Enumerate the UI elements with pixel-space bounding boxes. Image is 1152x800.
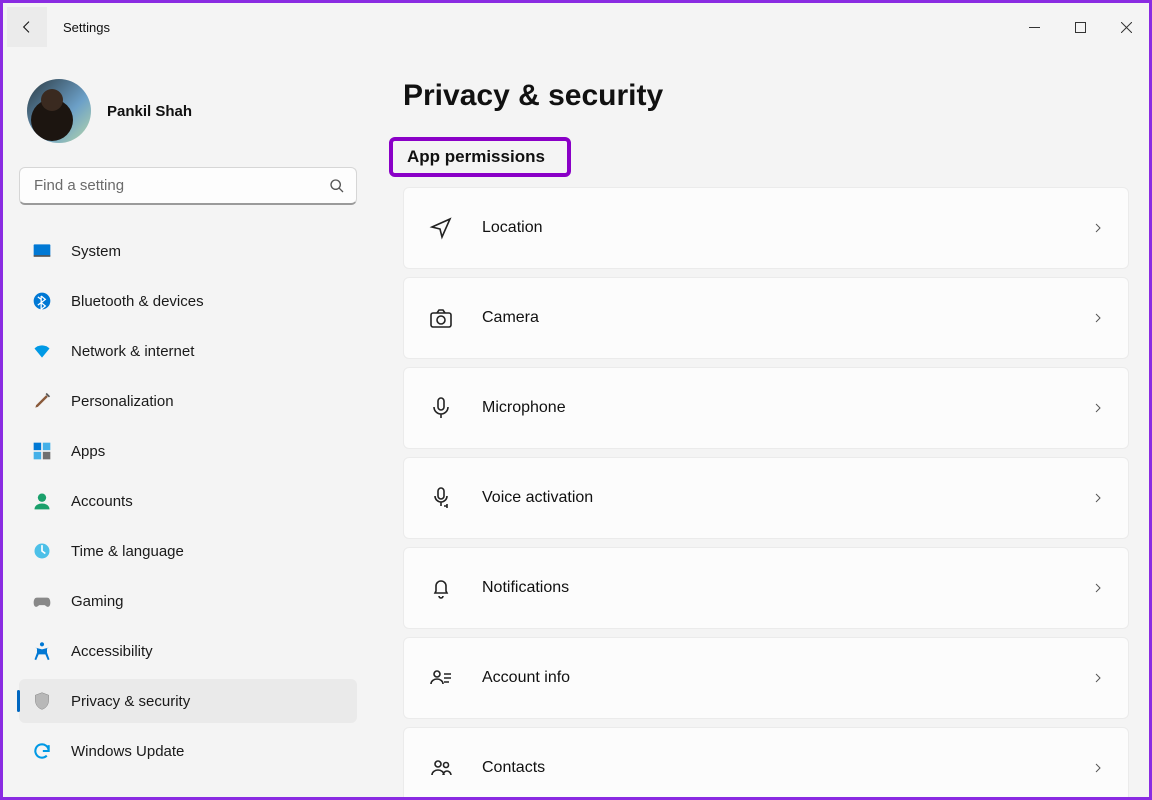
nav-label: Gaming bbox=[71, 593, 124, 610]
clock-globe-icon bbox=[31, 540, 53, 562]
nav-label: Privacy & security bbox=[71, 693, 190, 710]
nav: System Bluetooth & devices Network & int… bbox=[19, 229, 365, 773]
location-icon bbox=[428, 215, 454, 241]
title-bar: Settings bbox=[3, 3, 1149, 51]
camera-icon bbox=[428, 305, 454, 331]
row-label: Location bbox=[482, 219, 1064, 237]
page-title: Privacy & security bbox=[403, 79, 1129, 113]
nav-label: Network & internet bbox=[71, 343, 194, 360]
row-location[interactable]: Location bbox=[403, 187, 1129, 269]
avatar bbox=[27, 79, 91, 143]
row-camera[interactable]: Camera bbox=[403, 277, 1129, 359]
chevron-right-icon bbox=[1092, 400, 1104, 416]
title-bar-left: Settings bbox=[3, 7, 110, 47]
nav-item-privacy-security[interactable]: Privacy & security bbox=[19, 679, 357, 723]
row-microphone[interactable]: Microphone bbox=[403, 367, 1129, 449]
close-button[interactable] bbox=[1103, 11, 1149, 43]
bluetooth-icon bbox=[31, 290, 53, 312]
update-icon bbox=[31, 740, 53, 762]
row-label: Voice activation bbox=[482, 489, 1064, 507]
voice-activation-icon bbox=[428, 485, 454, 511]
nav-item-personalization[interactable]: Personalization bbox=[19, 379, 357, 423]
row-notifications[interactable]: Notifications bbox=[403, 547, 1129, 629]
row-label: Camera bbox=[482, 309, 1064, 327]
nav-item-time-language[interactable]: Time & language bbox=[19, 529, 357, 573]
maximize-button[interactable] bbox=[1057, 11, 1103, 43]
nav-item-system[interactable]: System bbox=[19, 229, 357, 273]
row-voice-activation[interactable]: Voice activation bbox=[403, 457, 1129, 539]
back-button[interactable] bbox=[7, 7, 47, 47]
nav-item-network[interactable]: Network & internet bbox=[19, 329, 357, 373]
nav-item-gaming[interactable]: Gaming bbox=[19, 579, 357, 623]
window-controls bbox=[1011, 11, 1149, 43]
nav-item-accounts[interactable]: Accounts bbox=[19, 479, 357, 523]
nav-label: Apps bbox=[71, 443, 105, 460]
arrow-left-icon bbox=[19, 19, 35, 35]
search-input[interactable] bbox=[19, 167, 357, 205]
nav-label: Accounts bbox=[71, 493, 133, 510]
gamepad-icon bbox=[31, 590, 53, 612]
search-icon bbox=[329, 178, 345, 194]
nav-label: Bluetooth & devices bbox=[71, 293, 204, 310]
apps-icon bbox=[31, 440, 53, 462]
chevron-right-icon bbox=[1092, 220, 1104, 236]
nav-label: Accessibility bbox=[71, 643, 153, 660]
section-header-highlight: App permissions bbox=[389, 137, 571, 177]
chevron-right-icon bbox=[1092, 670, 1104, 686]
system-icon bbox=[31, 240, 53, 262]
paintbrush-icon bbox=[31, 390, 53, 412]
nav-label: Personalization bbox=[71, 393, 174, 410]
wifi-icon bbox=[31, 340, 53, 362]
contacts-icon bbox=[428, 755, 454, 781]
minimize-button[interactable] bbox=[1011, 11, 1057, 43]
microphone-icon bbox=[428, 395, 454, 421]
nav-item-windows-update[interactable]: Windows Update bbox=[19, 729, 357, 773]
chevron-right-icon bbox=[1092, 490, 1104, 506]
row-label: Microphone bbox=[482, 399, 1064, 417]
profile[interactable]: Pankil Shah bbox=[19, 63, 365, 167]
accessibility-icon bbox=[31, 640, 53, 662]
nav-label: System bbox=[71, 243, 121, 260]
minimize-icon bbox=[1029, 22, 1040, 33]
chevron-right-icon bbox=[1092, 580, 1104, 596]
close-icon bbox=[1121, 22, 1132, 33]
row-label: Contacts bbox=[482, 759, 1064, 777]
nav-item-bluetooth[interactable]: Bluetooth & devices bbox=[19, 279, 357, 323]
sidebar: Pankil Shah System bbox=[3, 51, 373, 797]
account-info-icon bbox=[428, 665, 454, 691]
main-content: Privacy & security App permissions Locat… bbox=[373, 51, 1149, 797]
nav-label: Windows Update bbox=[71, 743, 184, 760]
shield-icon bbox=[31, 690, 53, 712]
profile-name: Pankil Shah bbox=[107, 103, 192, 120]
app-title: Settings bbox=[63, 20, 110, 35]
search-box bbox=[19, 167, 357, 205]
nav-label: Time & language bbox=[71, 543, 184, 560]
row-account-info[interactable]: Account info bbox=[403, 637, 1129, 719]
row-label: Notifications bbox=[482, 579, 1064, 597]
settings-window: Settings Pankil Shah bbox=[0, 0, 1152, 800]
bell-icon bbox=[428, 575, 454, 601]
chevron-right-icon bbox=[1092, 310, 1104, 326]
chevron-right-icon bbox=[1092, 760, 1104, 776]
row-label: Account info bbox=[482, 669, 1064, 687]
person-icon bbox=[31, 490, 53, 512]
nav-item-apps[interactable]: Apps bbox=[19, 429, 357, 473]
permission-list: Location Camera bbox=[403, 187, 1129, 797]
maximize-icon bbox=[1075, 22, 1086, 33]
row-contacts[interactable]: Contacts bbox=[403, 727, 1129, 797]
section-header: App permissions bbox=[407, 147, 545, 166]
nav-item-accessibility[interactable]: Accessibility bbox=[19, 629, 357, 673]
